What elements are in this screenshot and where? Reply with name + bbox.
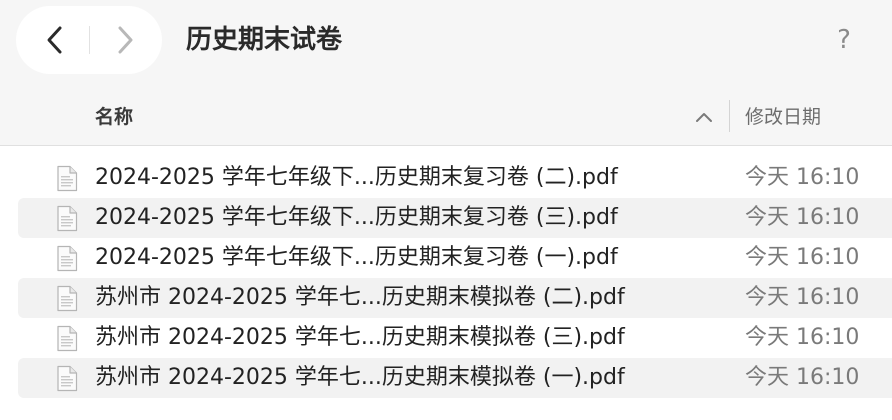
pdf-file-icon	[56, 285, 78, 312]
pdf-file-icon	[56, 165, 78, 192]
pdf-file-icon	[56, 325, 78, 352]
file-date-modified: 今天 16:10	[745, 285, 860, 310]
back-button[interactable]	[20, 6, 90, 74]
file-row[interactable]: 2024-2025 学年七年级下...历史期末复习卷 (一).pdf 今天 16:…	[0, 238, 892, 278]
pdf-file-icon	[56, 205, 78, 232]
file-list: 2024-2025 学年七年级下...历史期末复习卷 (二).pdf 今天 16:…	[0, 158, 892, 398]
forward-button[interactable]	[90, 6, 160, 74]
file-row[interactable]: 苏州市 2024-2025 学年七...历史期末模拟卷 (一).pdf 今天 16…	[0, 358, 892, 398]
file-name: 苏州市 2024-2025 学年七...历史期末模拟卷 (一).pdf	[95, 365, 625, 390]
name-column-header[interactable]: 名称	[95, 104, 133, 130]
file-name: 2024-2025 学年七年级下...历史期末复习卷 (一).pdf	[95, 245, 618, 270]
file-row[interactable]: 苏州市 2024-2025 学年七...历史期末模拟卷 (三).pdf 今天 16…	[0, 318, 892, 358]
file-date-modified: 今天 16:10	[745, 325, 860, 350]
chevron-right-icon	[118, 26, 133, 54]
file-date-modified: 今天 16:10	[745, 165, 860, 190]
file-row[interactable]: 2024-2025 学年七年级下...历史期末复习卷 (三).pdf 今天 16:…	[0, 198, 892, 238]
file-row[interactable]: 2024-2025 学年七年级下...历史期末复习卷 (二).pdf 今天 16:…	[0, 158, 892, 198]
file-date-modified: 今天 16:10	[745, 365, 860, 390]
file-name: 2024-2025 学年七年级下...历史期末复习卷 (二).pdf	[95, 165, 618, 190]
finder-window: 历史期末试卷 ? 名称 修改日期 2024-2025 学年七年级下...历史期末…	[0, 0, 892, 420]
date-modified-column-header[interactable]: 修改日期	[745, 104, 821, 130]
column-header: 名称 修改日期	[0, 82, 892, 146]
navigation-group	[16, 6, 162, 74]
file-date-modified: 今天 16:10	[745, 245, 860, 270]
help-button[interactable]: ?	[826, 22, 862, 58]
file-date-modified: 今天 16:10	[745, 205, 860, 230]
file-row[interactable]: 苏州市 2024-2025 学年七...历史期末模拟卷 (二).pdf 今天 16…	[0, 278, 892, 318]
chevron-up-icon[interactable]	[694, 110, 714, 124]
file-name: 2024-2025 学年七年级下...历史期末复习卷 (三).pdf	[95, 205, 618, 230]
chevron-left-icon	[47, 26, 62, 54]
toolbar: 历史期末试卷 ?	[0, 0, 892, 82]
file-name: 苏州市 2024-2025 学年七...历史期末模拟卷 (二).pdf	[95, 285, 625, 310]
pdf-file-icon	[56, 365, 78, 392]
column-divider[interactable]	[729, 100, 730, 132]
file-name: 苏州市 2024-2025 学年七...历史期末模拟卷 (三).pdf	[95, 325, 625, 350]
pdf-file-icon	[56, 245, 78, 272]
window-title: 历史期末试卷	[186, 25, 343, 55]
